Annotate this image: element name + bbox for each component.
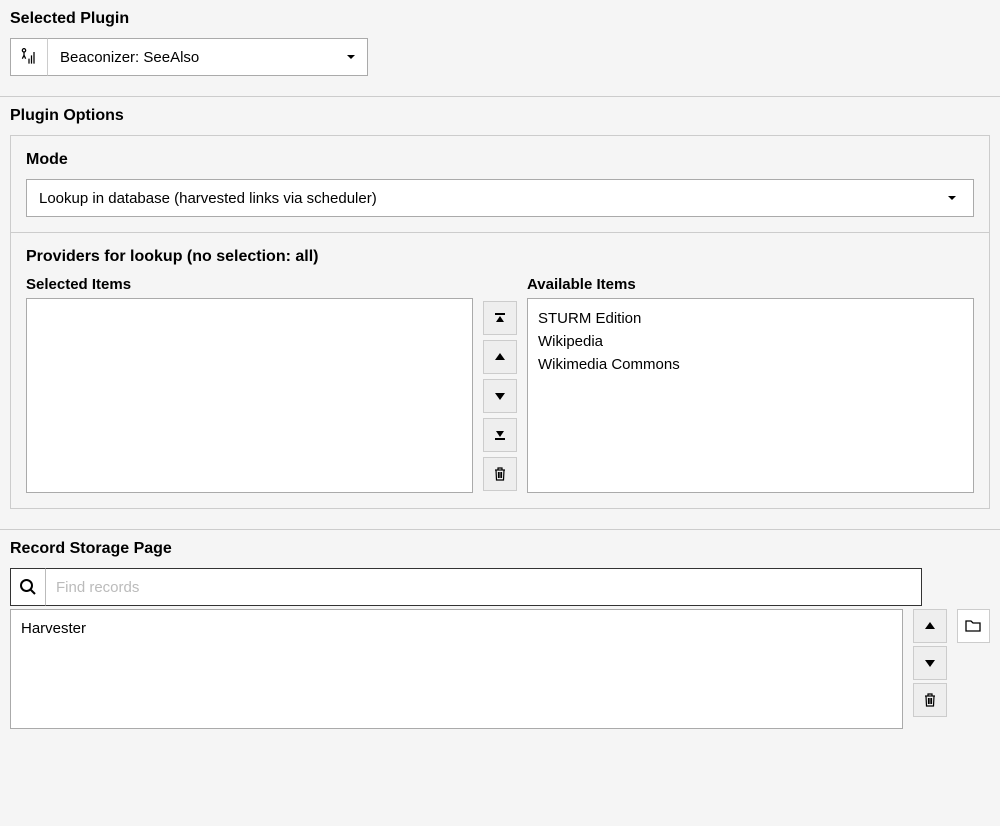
remove-item-button[interactable] bbox=[483, 457, 517, 491]
search-icon bbox=[10, 568, 46, 606]
list-item[interactable]: Harvester bbox=[21, 620, 892, 637]
plugin-options-panel: Mode Lookup in database (harvested links… bbox=[10, 135, 990, 509]
storage-list[interactable]: Harvester bbox=[10, 609, 903, 729]
move-up-button[interactable] bbox=[483, 340, 517, 374]
mode-select[interactable]: Lookup in database (harvested links via … bbox=[26, 179, 974, 217]
plugin-icon bbox=[10, 38, 48, 76]
storage-buttons-col bbox=[913, 609, 947, 717]
selected-items-col: Selected Items bbox=[26, 276, 473, 493]
selected-plugin-title: Selected Plugin bbox=[10, 10, 990, 28]
record-storage-section: Record Storage Page Harvester bbox=[0, 530, 1000, 759]
list-item[interactable]: STURM Edition bbox=[538, 307, 963, 330]
move-up-button[interactable] bbox=[913, 609, 947, 643]
chevron-down-icon bbox=[946, 192, 958, 204]
search-input[interactable] bbox=[46, 568, 922, 606]
selected-items-label: Selected Items bbox=[26, 276, 473, 293]
selected-plugin-section: Selected Plugin Beaconizer: SeeAlso bbox=[0, 0, 1000, 97]
mode-subsection: Mode Lookup in database (harvested links… bbox=[11, 136, 989, 232]
plugin-selector-row: Beaconizer: SeeAlso bbox=[10, 38, 990, 76]
plugin-options-section: Plugin Options Mode Lookup in database (… bbox=[0, 97, 1000, 530]
list-control-buttons bbox=[483, 301, 517, 491]
storage-row: Harvester bbox=[10, 609, 990, 729]
chevron-down-icon bbox=[345, 51, 357, 63]
search-row bbox=[10, 568, 922, 606]
list-item[interactable]: Wikimedia Commons bbox=[538, 353, 963, 376]
plugin-options-title: Plugin Options bbox=[10, 107, 990, 125]
move-down-button[interactable] bbox=[483, 379, 517, 413]
record-storage-title: Record Storage Page bbox=[10, 540, 990, 558]
plugin-select-value: Beaconizer: SeeAlso bbox=[60, 49, 199, 66]
providers-subsection: Providers for lookup (no selection: all)… bbox=[11, 232, 989, 508]
list-item[interactable]: Wikipedia bbox=[538, 330, 963, 353]
providers-label: Providers for lookup (no selection: all) bbox=[26, 248, 974, 266]
providers-dual-list: Selected Items bbox=[26, 276, 974, 493]
plugin-select[interactable]: Beaconizer: SeeAlso bbox=[48, 38, 368, 76]
available-items-list[interactable]: STURM Edition Wikipedia Wikimedia Common… bbox=[527, 298, 974, 493]
remove-item-button[interactable] bbox=[913, 683, 947, 717]
mode-label: Mode bbox=[26, 151, 974, 169]
available-items-label: Available Items bbox=[527, 276, 974, 293]
move-to-bottom-button[interactable] bbox=[483, 418, 517, 452]
move-to-top-button[interactable] bbox=[483, 301, 517, 335]
mode-select-value: Lookup in database (harvested links via … bbox=[39, 190, 377, 207]
move-down-button[interactable] bbox=[913, 646, 947, 680]
selected-items-list[interactable] bbox=[26, 298, 473, 493]
browse-folder-button[interactable] bbox=[957, 609, 990, 643]
available-items-col: Available Items STURM Edition Wikipedia … bbox=[527, 276, 974, 493]
